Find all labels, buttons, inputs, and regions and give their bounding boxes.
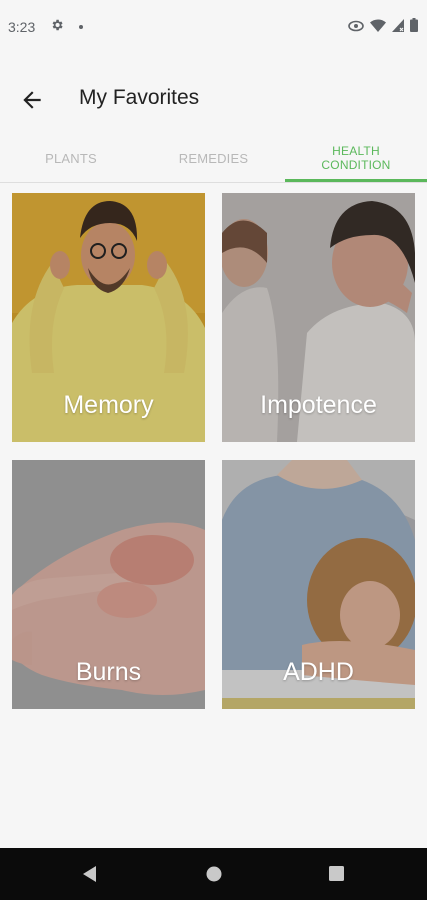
card-impotence-label: Impotence	[260, 391, 377, 419]
home-circle-icon[interactable]	[206, 866, 222, 887]
tab-bar: PLANTS REMEDIES HEALTH CONDITION	[0, 134, 427, 183]
status-time: 3:23	[8, 19, 36, 35]
tab-remedies[interactable]: REMEDIES	[142, 134, 285, 182]
wifi-icon	[370, 18, 386, 35]
card-adhd-label: ADHD	[283, 658, 354, 686]
card-burns-label: Burns	[75, 658, 142, 686]
signal-icon	[392, 18, 404, 35]
card-burns[interactable]: Burns	[12, 460, 205, 709]
back-triangle-icon[interactable]	[82, 866, 98, 887]
notification-dot-icon	[79, 25, 83, 29]
battery-icon	[410, 18, 418, 35]
tab-plants[interactable]: PLANTS	[0, 134, 142, 182]
app-bar: My Favorites	[0, 70, 427, 128]
page-title: My Favorites	[79, 86, 200, 109]
card-memory[interactable]: Memory	[12, 193, 205, 442]
tab-health-condition[interactable]: HEALTH CONDITION	[285, 134, 427, 182]
card-impotence[interactable]: Impotence	[222, 193, 415, 442]
card-memory-label: Memory	[63, 391, 154, 419]
card-adhd[interactable]: ADHD	[222, 460, 415, 709]
tab-indicator	[285, 179, 427, 182]
eye-icon	[348, 19, 364, 35]
status-bar: 3:23	[0, 0, 427, 56]
back-arrow-icon[interactable]	[19, 87, 45, 113]
settings-gear-icon	[50, 18, 64, 35]
recents-square-icon[interactable]	[329, 866, 344, 886]
status-icons	[348, 18, 418, 35]
system-navigation-bar	[0, 848, 427, 900]
